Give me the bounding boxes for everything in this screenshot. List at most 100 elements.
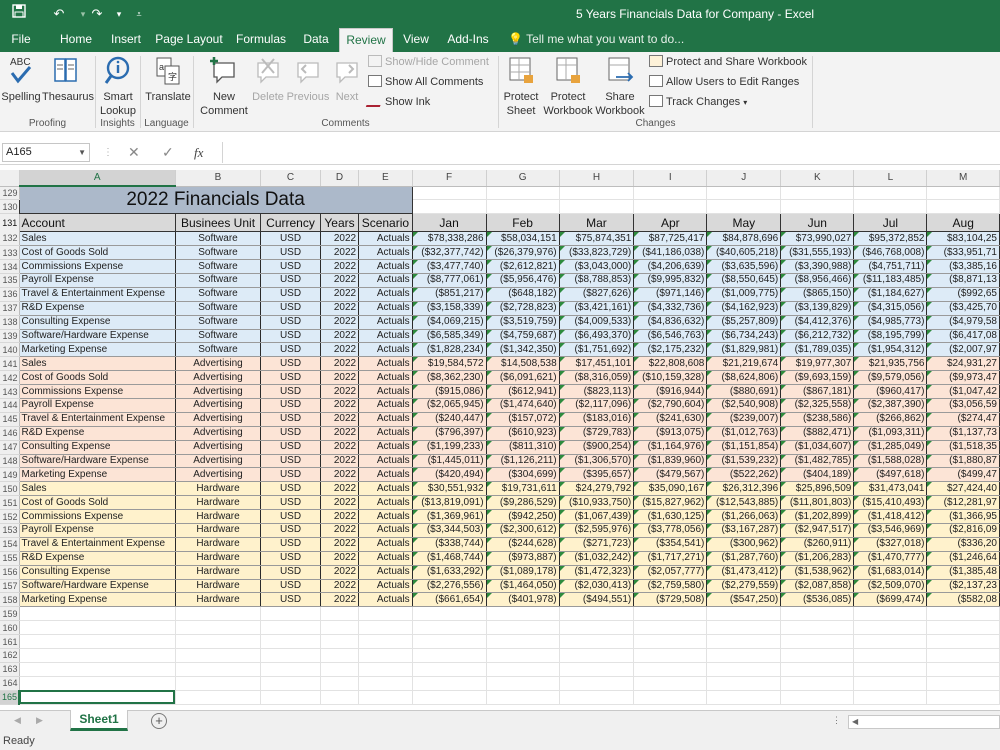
value-cell[interactable]: ($32,377,742) — [412, 245, 487, 261]
currency-cell[interactable]: USD — [260, 440, 321, 455]
row-header[interactable]: 161 — [0, 634, 20, 649]
year-cell[interactable]: 2022 — [320, 301, 360, 316]
scenario-cell[interactable]: Actuals — [358, 592, 413, 608]
empty-cell[interactable] — [320, 620, 360, 636]
formula-input[interactable] — [222, 142, 1000, 163]
business-unit-cell[interactable]: Software — [175, 315, 262, 330]
worksheet-grid[interactable]: A B C D E F G H I J K L M 129 2022 Financials Data 130 1… — [0, 170, 1000, 710]
year-cell[interactable]: 2022 — [320, 426, 360, 441]
year-cell[interactable]: 2022 — [320, 440, 360, 455]
year-cell[interactable]: 2022 — [320, 384, 360, 399]
value-cell[interactable]: ($4,332,736) — [633, 301, 708, 316]
empty-cell[interactable] — [706, 186, 782, 201]
scenario-cell[interactable]: Actuals — [358, 454, 413, 469]
row-header[interactable]: 144 — [0, 398, 20, 413]
empty-cell[interactable] — [780, 606, 855, 622]
value-cell[interactable]: ($5,956,476) — [486, 273, 560, 288]
scenario-cell[interactable]: Actuals — [358, 551, 413, 566]
value-cell[interactable]: ($3,778,056) — [633, 523, 708, 538]
account-cell[interactable]: Payroll Expense — [19, 523, 176, 538]
currency-cell[interactable]: USD — [260, 384, 321, 399]
row-header[interactable]: 135 — [0, 273, 20, 288]
header-cell-apr[interactable]: Apr — [633, 213, 708, 233]
value-cell[interactable]: $30,551,932 — [412, 481, 487, 497]
chevron-down-icon[interactable]: ▼ — [78, 144, 86, 161]
next-comment-button[interactable]: Next — [330, 55, 364, 104]
value-cell[interactable]: ($1,266,063) — [706, 509, 782, 524]
empty-cell[interactable] — [358, 634, 413, 649]
business-unit-cell[interactable]: Software — [175, 301, 262, 316]
header-cell-jun[interactable]: Jun — [780, 213, 855, 233]
value-cell[interactable]: ($494,551) — [559, 592, 635, 608]
empty-cell[interactable] — [853, 620, 928, 636]
empty-cell[interactable] — [853, 648, 928, 663]
value-cell[interactable]: ($395,657) — [559, 467, 635, 483]
empty-cell[interactable] — [412, 634, 487, 649]
value-cell[interactable]: ($1,199,233) — [412, 440, 487, 455]
value-cell[interactable]: ($240,447) — [412, 412, 487, 427]
value-cell[interactable]: ($823,113) — [559, 384, 635, 399]
scenario-cell[interactable]: Actuals — [358, 315, 413, 330]
empty-cell[interactable] — [559, 620, 635, 636]
year-cell[interactable]: 2022 — [320, 370, 360, 386]
value-cell[interactable]: ($10,933,750) — [559, 495, 635, 511]
empty-cell[interactable] — [633, 620, 708, 636]
tab-home[interactable]: Home — [54, 28, 98, 52]
value-cell[interactable]: ($729,783) — [559, 426, 635, 441]
account-cell[interactable]: Sales — [19, 356, 176, 372]
value-cell[interactable]: $22,808,608 — [633, 356, 708, 372]
row-header[interactable]: 140 — [0, 342, 20, 358]
empty-cell[interactable] — [780, 199, 855, 215]
row-header[interactable]: 156 — [0, 565, 20, 580]
value-cell[interactable]: ($1,829,981) — [706, 342, 782, 358]
empty-cell[interactable] — [926, 662, 1000, 677]
value-cell[interactable]: ($1,588,028) — [853, 454, 928, 469]
value-cell[interactable]: ($1,539,232) — [706, 454, 782, 469]
empty-cell[interactable] — [412, 676, 487, 691]
business-unit-cell[interactable]: Software — [175, 231, 262, 247]
value-cell[interactable]: ($8,195,799) — [853, 329, 928, 344]
row-header[interactable]: 133 — [0, 245, 20, 261]
business-unit-cell[interactable]: Advertising — [175, 384, 262, 399]
value-cell[interactable]: ($1,137,73 — [926, 426, 1000, 441]
empty-cell[interactable] — [780, 648, 855, 663]
value-cell[interactable]: ($2,087,858) — [780, 579, 855, 594]
value-cell[interactable]: ($3,519,759) — [486, 315, 560, 330]
business-unit-cell[interactable]: Software — [175, 245, 262, 261]
column-header-k[interactable]: K — [780, 170, 855, 187]
account-cell[interactable]: Software/Hardware Expense — [19, 579, 176, 594]
empty-cell[interactable] — [706, 690, 782, 705]
value-cell[interactable]: ($582,08 — [926, 592, 1000, 608]
value-cell[interactable]: ($536,085) — [780, 592, 855, 608]
row-header[interactable]: 155 — [0, 551, 20, 566]
value-cell[interactable]: ($26,379,976) — [486, 245, 560, 261]
empty-cell[interactable] — [706, 620, 782, 636]
value-cell[interactable]: ($1,474,640) — [486, 398, 560, 413]
value-cell[interactable]: $21,935,756 — [853, 356, 928, 372]
value-cell[interactable]: ($1,473,412) — [706, 565, 782, 580]
value-cell[interactable]: ($183,016) — [559, 412, 635, 427]
account-cell[interactable]: Consulting Expense — [19, 440, 176, 455]
empty-cell[interactable] — [19, 648, 176, 663]
value-cell[interactable]: $25,896,509 — [780, 481, 855, 497]
value-cell[interactable]: ($12,543,885) — [706, 495, 782, 511]
currency-cell[interactable]: USD — [260, 315, 321, 330]
value-cell[interactable]: ($612,941) — [486, 384, 560, 399]
row-header[interactable]: 157 — [0, 579, 20, 594]
thesaurus-button[interactable]: Thesaurus — [42, 55, 94, 104]
currency-cell[interactable]: USD — [260, 537, 321, 552]
value-cell[interactable]: ($1,954,312) — [853, 342, 928, 358]
value-cell[interactable]: $24,931,27 — [926, 356, 1000, 372]
value-cell[interactable]: ($3,056,59 — [926, 398, 1000, 413]
value-cell[interactable]: ($1,164,976) — [633, 440, 708, 455]
account-cell[interactable]: Consulting Expense — [19, 565, 176, 580]
value-cell[interactable]: ($420,494) — [412, 467, 487, 483]
value-cell[interactable]: ($3,158,339) — [412, 301, 487, 316]
empty-cell[interactable] — [853, 662, 928, 677]
value-cell[interactable]: $95,372,852 — [853, 231, 928, 247]
value-cell[interactable]: ($479,567) — [633, 467, 708, 483]
value-cell[interactable]: ($900,254) — [559, 440, 635, 455]
value-cell[interactable]: ($4,206,639) — [633, 259, 708, 274]
add-sheet-icon[interactable]: + — [151, 713, 167, 729]
value-cell[interactable]: $19,977,307 — [780, 356, 855, 372]
